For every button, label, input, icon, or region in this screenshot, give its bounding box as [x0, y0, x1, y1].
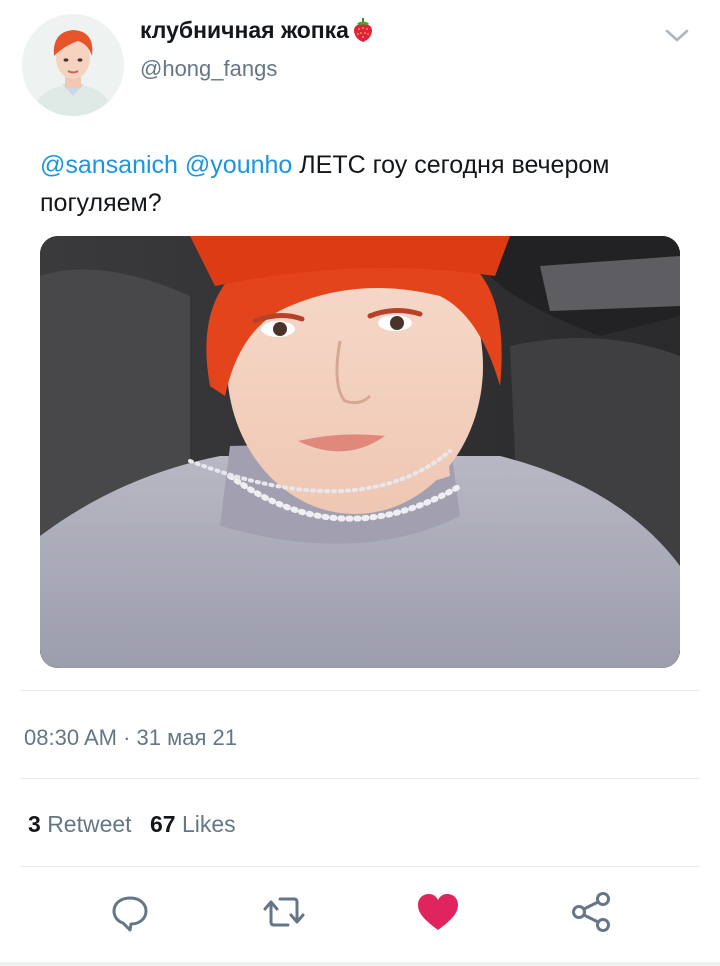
tweet-stats: 3 Retweet 67 Likes — [28, 811, 236, 838]
tweet-actions — [0, 888, 720, 944]
bottom-border — [0, 962, 720, 966]
author-handle[interactable]: @hong_fangs — [140, 56, 277, 82]
mention-link[interactable]: @sansanich — [40, 151, 178, 179]
divider — [20, 778, 700, 779]
divider — [20, 690, 700, 691]
tweet-time: 08:30 AM — [24, 725, 117, 750]
like-button[interactable] — [414, 888, 462, 936]
retweet-label: Retweet — [47, 811, 132, 837]
divider — [20, 866, 700, 867]
retweet-icon — [263, 897, 305, 927]
tweet-media[interactable] — [40, 236, 680, 668]
selfie-photo — [40, 236, 680, 668]
reply-button[interactable] — [106, 888, 154, 936]
likes-stat[interactable]: 67 Likes — [150, 811, 236, 837]
retweet-count: 3 — [28, 811, 41, 837]
heart-icon — [418, 894, 458, 930]
avatar-photo — [22, 14, 124, 116]
tweet-timestamp[interactable]: 08:30 AM · 31 мая 21 — [24, 725, 237, 751]
tweet-card: клубничная жопка @hong_fangs @sansanich … — [0, 0, 720, 966]
likes-count: 67 — [149, 811, 176, 837]
chevron-down-icon[interactable] — [662, 22, 692, 48]
author-display-name[interactable]: клубничная жопка — [140, 17, 376, 49]
strawberry-emoji — [350, 17, 376, 49]
tweet-text: @sansanich @younho ЛЕТС гоу сегодня вече… — [40, 146, 680, 222]
share-icon — [572, 892, 610, 932]
speech-bubble-icon — [112, 896, 148, 932]
likes-label: Likes — [181, 811, 236, 837]
avatar[interactable] — [22, 14, 124, 116]
share-button[interactable] — [568, 888, 616, 936]
retweet-button[interactable] — [260, 888, 308, 936]
timestamp-separator: · — [123, 725, 131, 750]
mention-link[interactable]: @younho — [185, 151, 292, 179]
display-name-text: клубничная жопка — [140, 17, 349, 43]
tweet-date: 31 мая 21 — [136, 725, 237, 750]
retweet-stat[interactable]: 3 Retweet — [28, 811, 138, 837]
